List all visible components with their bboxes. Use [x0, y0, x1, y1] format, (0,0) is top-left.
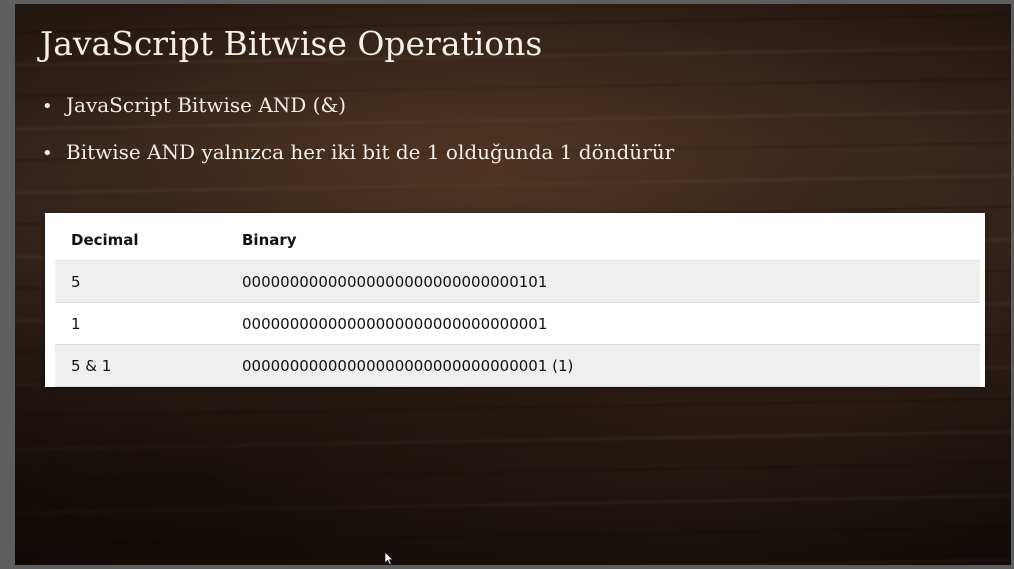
binary-cell: 00000000000000000000000000000101 [226, 260, 980, 303]
decimal-cell: 5 [55, 260, 226, 303]
table-header-row: Decimal Binary [55, 219, 980, 261]
decimal-cell: 5 & 1 [55, 344, 226, 387]
slide: JavaScript Bitwise Operations • JavaScri… [15, 4, 1011, 565]
decimal-cell: 1 [55, 302, 226, 345]
bullet-point-icon: • [42, 143, 53, 164]
bitwise-and-table: Decimal Binary 5 00000000000000000000000… [55, 219, 980, 387]
presentation-frame: JavaScript Bitwise Operations • JavaScri… [0, 0, 1014, 569]
binary-cell: 00000000000000000000000000000001 (1) [226, 344, 980, 387]
bullet-item: • JavaScript Bitwise AND (&) [42, 92, 674, 120]
bitwise-table-panel: Decimal Binary 5 00000000000000000000000… [45, 213, 985, 387]
binary-cell: 00000000000000000000000000000001 [226, 302, 980, 345]
bullet-text: Bitwise AND yalnızca her iki bit de 1 ol… [66, 140, 675, 164]
bullet-item: • Bitwise AND yalnızca her iki bit de 1 … [42, 139, 674, 167]
column-header-decimal: Decimal [55, 219, 226, 261]
bullet-list: • JavaScript Bitwise AND (&) • Bitwise A… [42, 92, 674, 186]
slide-title: JavaScript Bitwise Operations [40, 24, 543, 63]
table-row: 1 00000000000000000000000000000001 [55, 302, 980, 345]
mouse-pointer-icon [384, 551, 394, 565]
column-header-binary: Binary [226, 219, 980, 261]
table-row: 5 & 1 00000000000000000000000000000001 (… [55, 344, 980, 387]
table-row: 5 00000000000000000000000000000101 [55, 260, 980, 303]
bullet-point-icon: • [42, 96, 53, 117]
bullet-text: JavaScript Bitwise AND (&) [66, 93, 347, 117]
